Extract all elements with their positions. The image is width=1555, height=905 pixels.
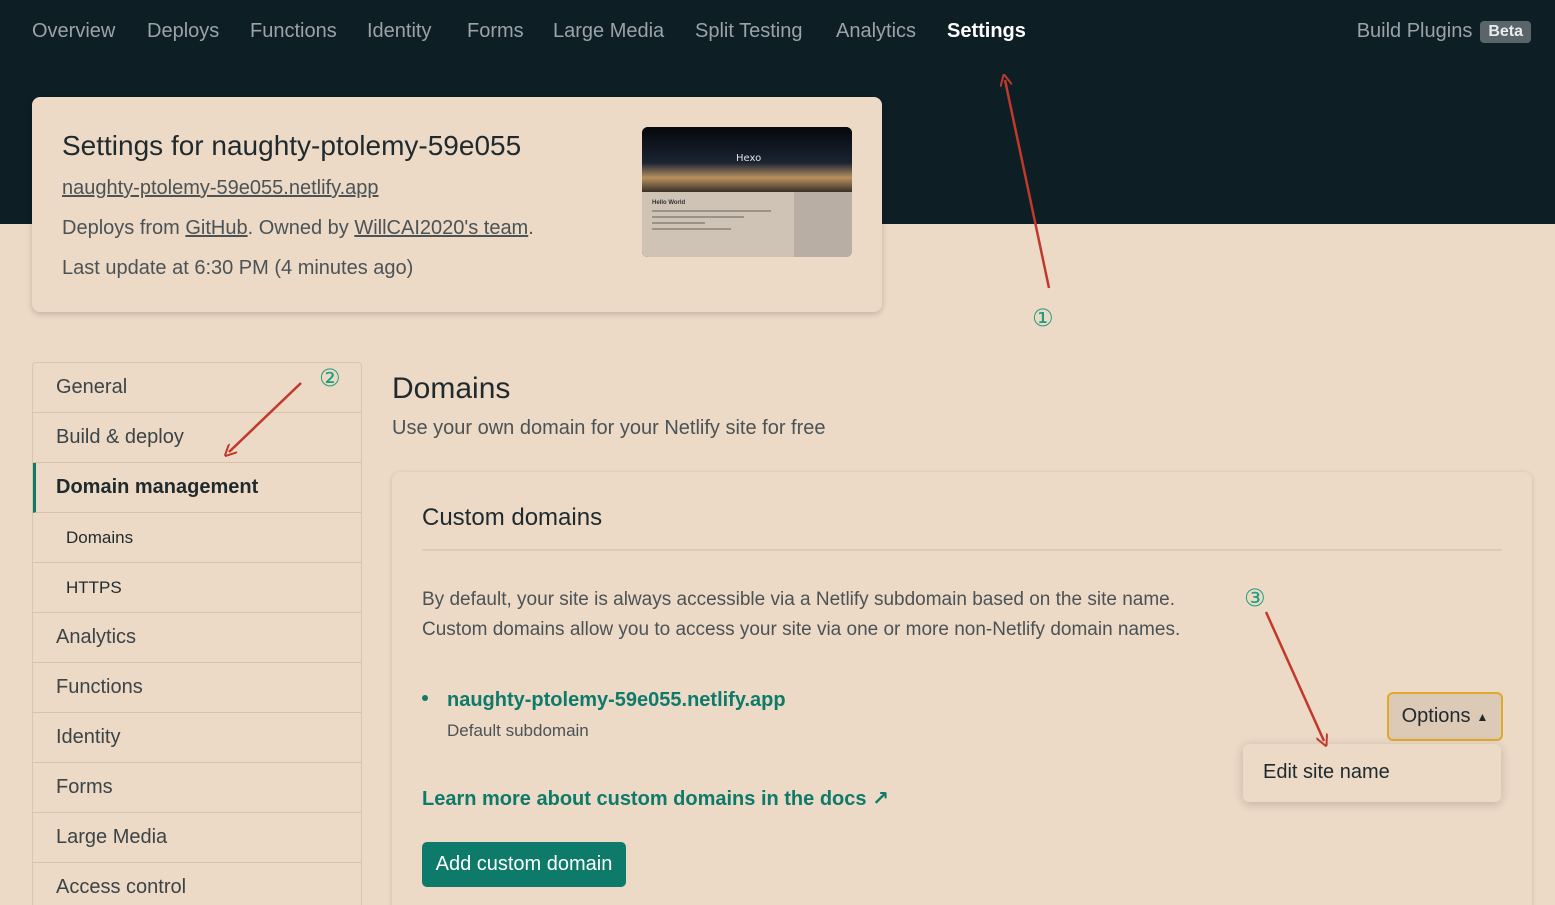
default-subdomain-label: Default subdomain (447, 721, 589, 740)
preview-text-line (652, 216, 745, 218)
nav-settings[interactable]: Settings (947, 20, 1026, 43)
nav-overview[interactable]: Overview (32, 20, 115, 43)
build-plugins-label: Build Plugins (1356, 20, 1473, 42)
section-title: Domains (392, 372, 511, 405)
owned-suffix: . (528, 217, 534, 239)
add-custom-domain-button[interactable]: Add custom domain (422, 842, 626, 887)
sidebar-item-domain-management[interactable]: Domain management (33, 463, 361, 513)
sidebar-item-access-control[interactable]: Access control (33, 863, 361, 905)
default-domain-link[interactable]: naughty-ptolemy-59e055.netlify.app (447, 689, 786, 712)
sidebar-item-large-media[interactable]: Large Media (33, 813, 361, 863)
options-dropdown-menu: Edit site name (1243, 744, 1501, 802)
site-summary-card: Settings for naughty-ptolemy-59e055 naug… (32, 97, 882, 312)
annotation-marker-2: ② (319, 364, 341, 392)
panel-title: Custom domains (422, 504, 603, 531)
preview-post-title: Hello World (652, 200, 686, 206)
build-plugins-link[interactable]: Build Plugins Beta (1357, 20, 1531, 43)
sidebar-subitem-domains[interactable]: Domains (33, 513, 361, 563)
nav-split-testing[interactable]: Split Testing (695, 20, 802, 43)
panel-description-line: Custom domains allow you to access your … (422, 619, 1181, 640)
owned-prefix: . Owned by (247, 217, 355, 239)
section-description: Use your own domain for your Netlify sit… (392, 417, 826, 439)
sidebar-item-build-deploy[interactable]: Build & deploy (33, 413, 361, 463)
panel-divider (422, 549, 1502, 551)
beta-badge: Beta (1480, 20, 1531, 43)
preview-hero-text: Hexo (736, 153, 762, 164)
sidebar-item-identity[interactable]: Identity (33, 713, 361, 763)
sidebar-item-general[interactable]: General (33, 363, 361, 413)
preview-body: Hello World (642, 192, 852, 257)
sidebar-item-analytics[interactable]: Analytics (33, 613, 361, 663)
sidebar-subitem-https[interactable]: HTTPS (33, 563, 361, 613)
edit-site-name-menu-item[interactable]: Edit site name (1263, 761, 1390, 784)
preview-main: Hello World (642, 192, 794, 257)
site-url-link[interactable]: naughty-ptolemy-59e055.netlify.app (62, 177, 379, 200)
nav-functions[interactable]: Functions (250, 20, 337, 43)
sidebar-item-forms[interactable]: Forms (33, 763, 361, 813)
preview-text-line (652, 210, 771, 212)
annotation-marker-1: ① (1032, 304, 1054, 332)
deploy-source-line: Deploys from GitHub. Owned by WillCAI202… (62, 217, 534, 240)
site-preview-thumbnail[interactable]: Hexo Hello World (642, 127, 852, 257)
preview-text-line (652, 222, 705, 224)
sidebar-item-functions[interactable]: Functions (33, 663, 361, 713)
panel-description-line: By default, your site is always accessib… (422, 589, 1175, 610)
chevron-up-icon: ▲ (1476, 709, 1489, 724)
nav-identity[interactable]: Identity (367, 20, 431, 43)
panel-description: By default, your site is always accessib… (422, 585, 1180, 645)
settings-sidebar: General Build & deploy Domain management… (32, 362, 362, 905)
deploys-prefix: Deploys from (62, 217, 186, 239)
github-link[interactable]: GitHub (185, 217, 247, 239)
nav-analytics[interactable]: Analytics (836, 20, 916, 43)
page-title: Settings for naughty-ptolemy-59e055 (62, 130, 522, 161)
team-link[interactable]: WillCAI2020's team (354, 217, 528, 239)
annotation-marker-3: ③ (1244, 584, 1266, 612)
nav-forms[interactable]: Forms (467, 20, 524, 43)
preview-sidebar (794, 192, 852, 257)
last-update: Last update at 6:30 PM (4 minutes ago) (62, 257, 414, 279)
top-navigation: Overview Deploys Functions Identity Form… (0, 0, 1555, 68)
options-button-label: Options (1401, 705, 1471, 727)
nav-deploys[interactable]: Deploys (147, 20, 219, 43)
bullet-icon (422, 695, 428, 701)
learn-more-docs-link[interactable]: Learn more about custom domains in the d… (422, 786, 889, 811)
custom-domains-panel: Custom domains By default, your site is … (392, 472, 1532, 905)
preview-text-line (652, 228, 732, 230)
preview-hero: Hexo (642, 127, 852, 192)
nav-large-media[interactable]: Large Media (553, 20, 664, 43)
options-button[interactable]: Options ▲ (1387, 692, 1503, 741)
